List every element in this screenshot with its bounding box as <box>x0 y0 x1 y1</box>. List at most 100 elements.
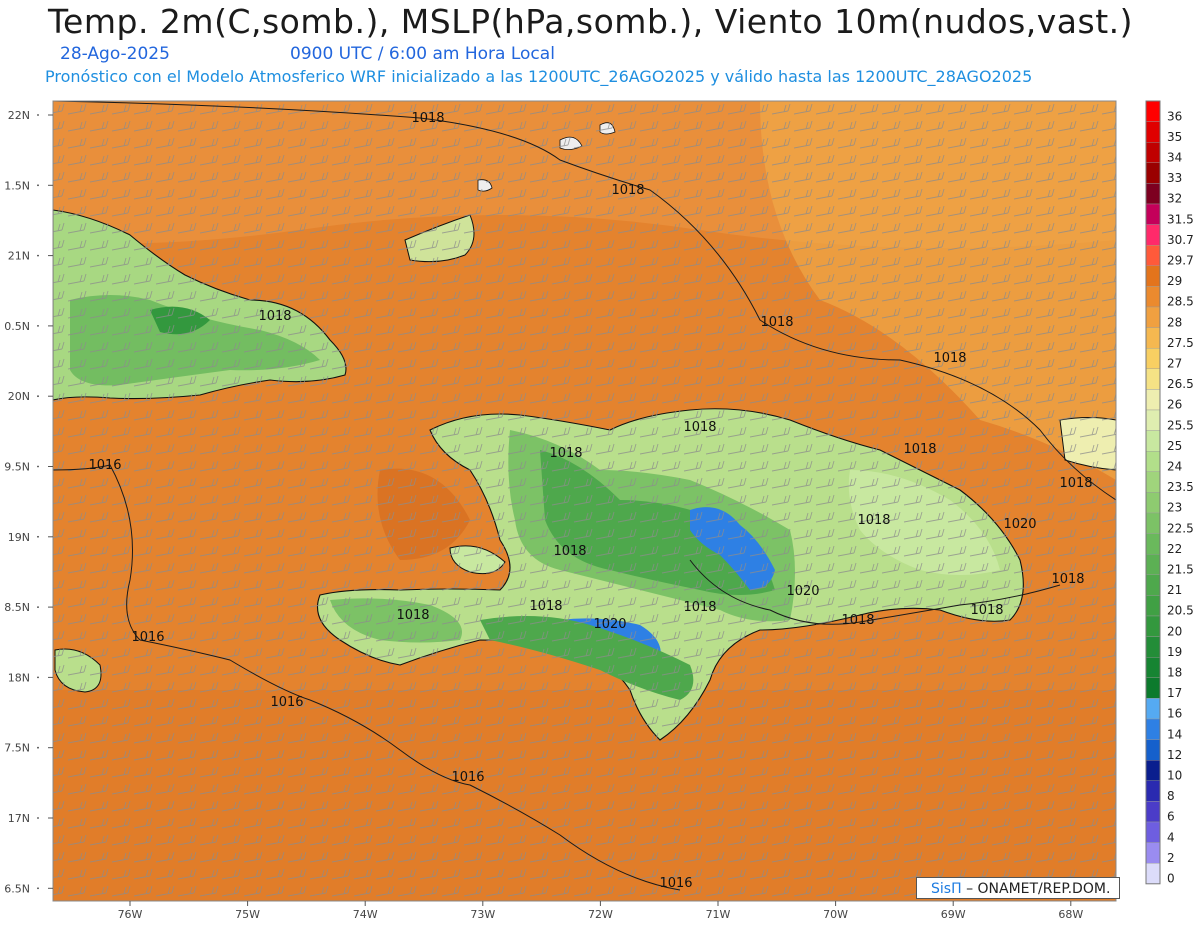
colorbar-swatch <box>1145 348 1161 370</box>
lon-label: 74W <box>353 908 378 921</box>
isobar-label: 1018 <box>1051 572 1084 587</box>
colorbar-label: 8 <box>1167 789 1175 803</box>
colorbar-swatch <box>1145 141 1161 163</box>
colorbar-label: 28 <box>1167 315 1182 329</box>
lon-label: 75W <box>235 908 260 921</box>
lat-dot <box>37 887 39 890</box>
colorbar-label: 26 <box>1167 398 1182 412</box>
lat-dot <box>37 535 39 538</box>
colorbar-label: 32 <box>1167 192 1182 206</box>
colorbar-swatch <box>1145 533 1161 555</box>
lat-label: 8.5N <box>4 601 30 614</box>
colorbar-swatch <box>1145 677 1161 699</box>
lat-label: 0.5N <box>4 320 30 333</box>
isobar-label: 1018 <box>683 420 716 435</box>
isobar-label: 1018 <box>903 442 936 457</box>
colorbar-label: 4 <box>1167 830 1175 844</box>
isobar-label: 1018 <box>611 183 644 198</box>
lat-dot <box>37 817 39 819</box>
colorbar-swatch <box>1145 162 1161 184</box>
colorbar-swatch <box>1145 430 1161 452</box>
colorbar-swatch <box>1145 512 1161 534</box>
isobar-label: 1018 <box>258 309 291 324</box>
lat-dot <box>37 114 39 116</box>
lat-label: 22N <box>8 109 30 122</box>
isobar-label: 1016 <box>88 458 121 473</box>
isobar-label: 1018 <box>396 608 429 623</box>
colorbar-label: 23.5 <box>1167 480 1194 494</box>
temperature-colorbar: 363534333231.530.729.72928.52827.52726.5… <box>1145 100 1194 886</box>
colorbar-label: 14 <box>1167 727 1182 741</box>
colorbar-swatch <box>1145 451 1161 473</box>
isobar-label: 1020 <box>593 617 626 632</box>
colorbar-swatch <box>1145 760 1161 782</box>
colorbar-swatch <box>1145 801 1161 823</box>
credit-logo: SisΠ <box>931 881 962 897</box>
colorbar-swatch <box>1145 389 1161 411</box>
lat-label: 20N <box>8 390 30 403</box>
colorbar-swatch <box>1145 244 1161 266</box>
isobar-label: 1018 <box>683 600 716 615</box>
colorbar-swatch <box>1145 574 1161 596</box>
colorbar-label: 23 <box>1167 501 1182 515</box>
colorbar-label: 16 <box>1167 707 1182 721</box>
lat-label: 19N <box>8 531 30 544</box>
colorbar-label: 22 <box>1167 542 1182 556</box>
isobar-label: 1018 <box>760 315 793 330</box>
lat-dot <box>37 606 39 608</box>
colorbar-label: 18 <box>1167 666 1182 680</box>
lon-label: 73W <box>470 908 495 921</box>
colorbar-swatch <box>1145 698 1161 720</box>
lat-label: 18N <box>8 671 30 684</box>
isobar-label: 1018 <box>549 446 582 461</box>
isobar-label: 1016 <box>659 876 692 891</box>
lat-label: 6.5N <box>4 882 30 895</box>
colorbar-swatch <box>1145 471 1161 493</box>
lon-label: 71W <box>706 908 731 921</box>
colorbar-label: 20.5 <box>1167 604 1194 618</box>
colorbar-label: 10 <box>1167 769 1182 783</box>
lat-dot <box>37 184 39 187</box>
latitude-axis: 22N 1.5N 21N 0.5N 20N 9.5N 19N 8.5N 18N 7.5N 17N 6.… <box>4 109 53 895</box>
colorbar-swatch <box>1145 121 1161 143</box>
credit-org: – ONAMET/REP.DOM. <box>966 881 1111 897</box>
colorbar-swatch <box>1145 615 1161 637</box>
lat-label: 21N <box>8 250 30 263</box>
colorbar-label: 29 <box>1167 274 1182 288</box>
colorbar-swatch <box>1145 409 1161 431</box>
colorbar-label: 12 <box>1167 748 1182 762</box>
lat-dot <box>37 395 39 398</box>
colorbar-swatch <box>1145 842 1161 864</box>
lon-label: 72W <box>588 908 613 921</box>
map-layer: 1018 1018 1018 1018 1018 1018 1018 1018 1018 1018… <box>53 101 1116 901</box>
isobar-label: 1018 <box>970 603 1003 618</box>
isobar-label: 1018 <box>933 351 966 366</box>
lon-label: 76W <box>118 908 143 921</box>
isobar-label: 1016 <box>131 630 164 645</box>
colorbar-label: 34 <box>1167 151 1182 165</box>
colorbar-label: 36 <box>1167 109 1182 123</box>
isobar-label: 1020 <box>1003 517 1036 532</box>
colorbar-swatch <box>1145 327 1161 349</box>
credit-box: SisΠ – ONAMET/REP.DOM. <box>916 877 1120 899</box>
colorbar-swatch <box>1145 657 1161 679</box>
colorbar-swatch <box>1145 780 1161 802</box>
lat-label: 9.5N <box>4 461 30 474</box>
colorbar-swatch <box>1145 100 1161 122</box>
isobar-label: 1018 <box>1059 476 1092 491</box>
colorbar-swatch <box>1145 636 1161 658</box>
colorbar-swatch <box>1145 718 1161 740</box>
lat-label: 1.5N <box>4 179 30 192</box>
longitude-axis: 76W 75W 74W 73W 72W 71W 70W 69W 68W <box>118 901 1083 921</box>
colorbar-swatch <box>1145 286 1161 308</box>
lat-dot <box>37 325 39 327</box>
colorbar-label: 35 <box>1167 130 1182 144</box>
lat-label: 7.5N <box>4 742 30 755</box>
colorbar-label: 28.5 <box>1167 295 1194 309</box>
isobar-label: 1020 <box>786 584 819 599</box>
colorbar-label: 27.5 <box>1167 336 1194 350</box>
colorbar-label: 17 <box>1167 686 1182 700</box>
lat-dot <box>37 676 39 679</box>
colorbar-swatch <box>1145 224 1161 246</box>
colorbar-swatch <box>1145 265 1161 287</box>
